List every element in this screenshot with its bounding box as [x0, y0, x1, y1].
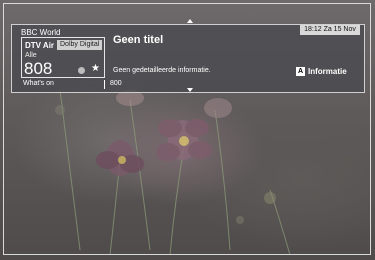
a-key-icon[interactable]: A — [296, 67, 305, 76]
channel-number: 808 — [24, 59, 53, 78]
whats-on-button[interactable]: What's on — [23, 80, 54, 87]
channel-list-label: Alle — [25, 52, 37, 59]
program-title: Geen titel — [113, 34, 164, 46]
arrow-up-icon[interactable] — [187, 19, 193, 23]
audio-badge: Dolby Digital — [57, 40, 103, 50]
tv-screen: BBC World DTV Air Dolby Digital Alle 808… — [0, 0, 375, 260]
dot-icon — [78, 67, 85, 74]
info-button-label[interactable]: Informatie — [308, 67, 347, 76]
channel-name: BBC World — [21, 28, 61, 37]
program-description: Geen gedetailleerde informatie. — [113, 67, 211, 74]
divider — [104, 80, 105, 89]
source-label: DTV Air — [25, 41, 55, 50]
next-channel-number: 800 — [110, 80, 122, 87]
arrow-down-icon[interactable] — [187, 88, 193, 92]
clock-badge: 18:12 Za 15 Nov — [300, 25, 360, 35]
star-icon: ★ — [91, 63, 100, 74]
